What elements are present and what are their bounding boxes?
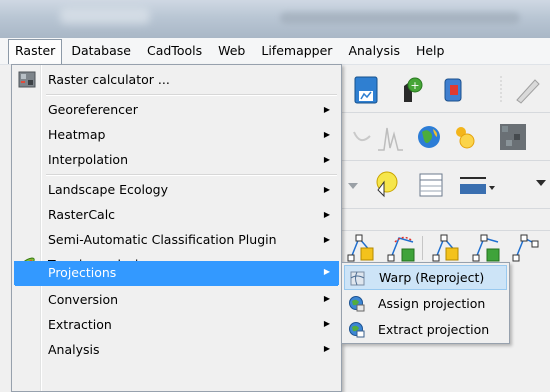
menu-item-label: Conversion — [48, 292, 119, 307]
submenu-arrow-icon: ▶ — [323, 319, 330, 328]
toolbar-separator — [422, 236, 423, 260]
histogram-icon[interactable] — [376, 124, 404, 152]
menu-raster[interactable]: Raster — [8, 38, 63, 64]
menu-web[interactable]: Web — [211, 39, 252, 63]
menu-item-label: Extraction — [48, 317, 112, 332]
menu-item-raster-calculator[interactable]: Raster calculator ... — [14, 67, 339, 92]
raster-grid-icon[interactable] — [496, 120, 536, 154]
menu-item-label: RasterCalc — [48, 207, 116, 222]
menu-item-extraction[interactable]: Extraction ▶ — [14, 313, 339, 338]
extract-projection-icon — [349, 322, 365, 338]
identify-features-icon[interactable] — [370, 168, 404, 202]
merge-feature-icon[interactable] — [470, 232, 504, 264]
menu-separator — [46, 94, 337, 96]
assign-projection-icon — [349, 296, 365, 312]
submenu-arrow-icon: ▶ — [323, 105, 330, 114]
menu-item-conversion[interactable]: Conversion ▶ — [14, 288, 339, 313]
toolbar-divider — [340, 160, 550, 161]
menu-database[interactable]: Database — [64, 39, 138, 63]
menu-item-analysis[interactable]: Analysis ▶ — [14, 338, 339, 363]
toolbar-divider — [340, 230, 550, 231]
menu-item-landscape-ecology[interactable]: Landscape Ecology ▶ — [14, 177, 339, 202]
submenu-arrow-icon: ▶ — [323, 294, 330, 303]
menu-separator — [46, 174, 337, 176]
rotate-feature-icon[interactable] — [510, 232, 550, 264]
menu-item-label: Semi-Automatic Classification Plugin — [48, 232, 277, 247]
pencil-icon[interactable] — [495, 72, 545, 106]
menu-item-label: Georeferencer — [48, 102, 138, 117]
window-title-bar — [0, 0, 550, 38]
submenu-item-extract-projection[interactable]: Extract projection — [344, 317, 507, 342]
attribute-table-icon[interactable] — [416, 170, 446, 200]
menu-cadtools[interactable]: CadTools — [140, 39, 209, 63]
submenu-arrow-icon: ▶ — [323, 210, 330, 219]
measure-line-icon[interactable] — [456, 170, 496, 202]
menu-lifemapper[interactable]: Lifemapper — [254, 39, 339, 63]
database-edit-icon[interactable] — [440, 75, 466, 105]
save-layer-icon[interactable] — [352, 75, 380, 105]
menu-item-label: Projections — [48, 265, 117, 280]
menu-item-projections-highlight[interactable]: Projections ▶ — [14, 261, 339, 285]
menu-item-label: Extract projection — [378, 322, 490, 337]
menu-item-semi-automatic-classification[interactable]: Semi-Automatic Classification Plugin ▶ — [14, 227, 339, 252]
raster-calculator-icon — [18, 71, 36, 88]
submenu-arrow-icon: ▶ — [323, 267, 330, 276]
toolbar-divider — [340, 208, 550, 209]
submenu-item-warp-reproject[interactable]: Warp (Reproject) — [344, 265, 507, 290]
split-feature-icon[interactable] — [430, 232, 464, 264]
profile-icon[interactable] — [352, 128, 372, 150]
window-title-blur — [280, 12, 520, 24]
dropdown-arrow-icon[interactable] — [345, 175, 361, 195]
submenu-arrow-icon: ▶ — [323, 155, 330, 164]
submenu-arrow-icon: ▶ — [323, 235, 330, 244]
title-bar-blur — [60, 8, 150, 24]
menu-item-label: Interpolation — [48, 152, 128, 167]
submenu-arrow-icon: ▶ — [323, 185, 330, 194]
submenu-arrow-icon: ▶ — [323, 130, 330, 139]
menu-help[interactable]: Help — [409, 39, 452, 63]
menu-item-interpolation[interactable]: Interpolation ▶ — [14, 147, 339, 172]
menu-item-label: Landscape Ecology — [48, 182, 168, 197]
svg-text:+: + — [410, 79, 419, 92]
menu-item-label: Assign projection — [378, 296, 486, 311]
menu-analysis[interactable]: Analysis — [341, 39, 407, 63]
menu-bar: Raster Database CadTools Web Lifemapper … — [0, 38, 550, 65]
toolbar-divider — [340, 112, 550, 113]
submenu-arrow-icon: ▶ — [323, 344, 330, 353]
menu-item-label: Heatmap — [48, 127, 106, 142]
menu-item-label: Analysis — [48, 342, 100, 357]
warp-icon — [350, 271, 365, 286]
projections-submenu: Warp (Reproject) Assign projection Extra… — [341, 262, 510, 344]
menu-item-heatmap[interactable]: Heatmap ▶ — [14, 122, 339, 147]
dots-icon[interactable] — [452, 124, 480, 152]
dropdown-arrow-icon[interactable] — [534, 168, 550, 198]
menu-item-rastercalc[interactable]: RasterCalc ▶ — [14, 202, 339, 227]
add-vertex-icon[interactable] — [385, 232, 419, 264]
menu-item-label: Raster calculator ... — [48, 72, 170, 87]
add-feature-icon[interactable]: + — [398, 76, 424, 104]
menu-item-label: Warp (Reproject) — [379, 270, 485, 285]
submenu-item-assign-projection[interactable]: Assign projection — [344, 291, 507, 316]
globe-icon[interactable] — [414, 122, 444, 152]
menu-item-georeferencer[interactable]: Georeferencer ▶ — [14, 97, 339, 122]
node-tool-icon[interactable] — [345, 232, 379, 264]
